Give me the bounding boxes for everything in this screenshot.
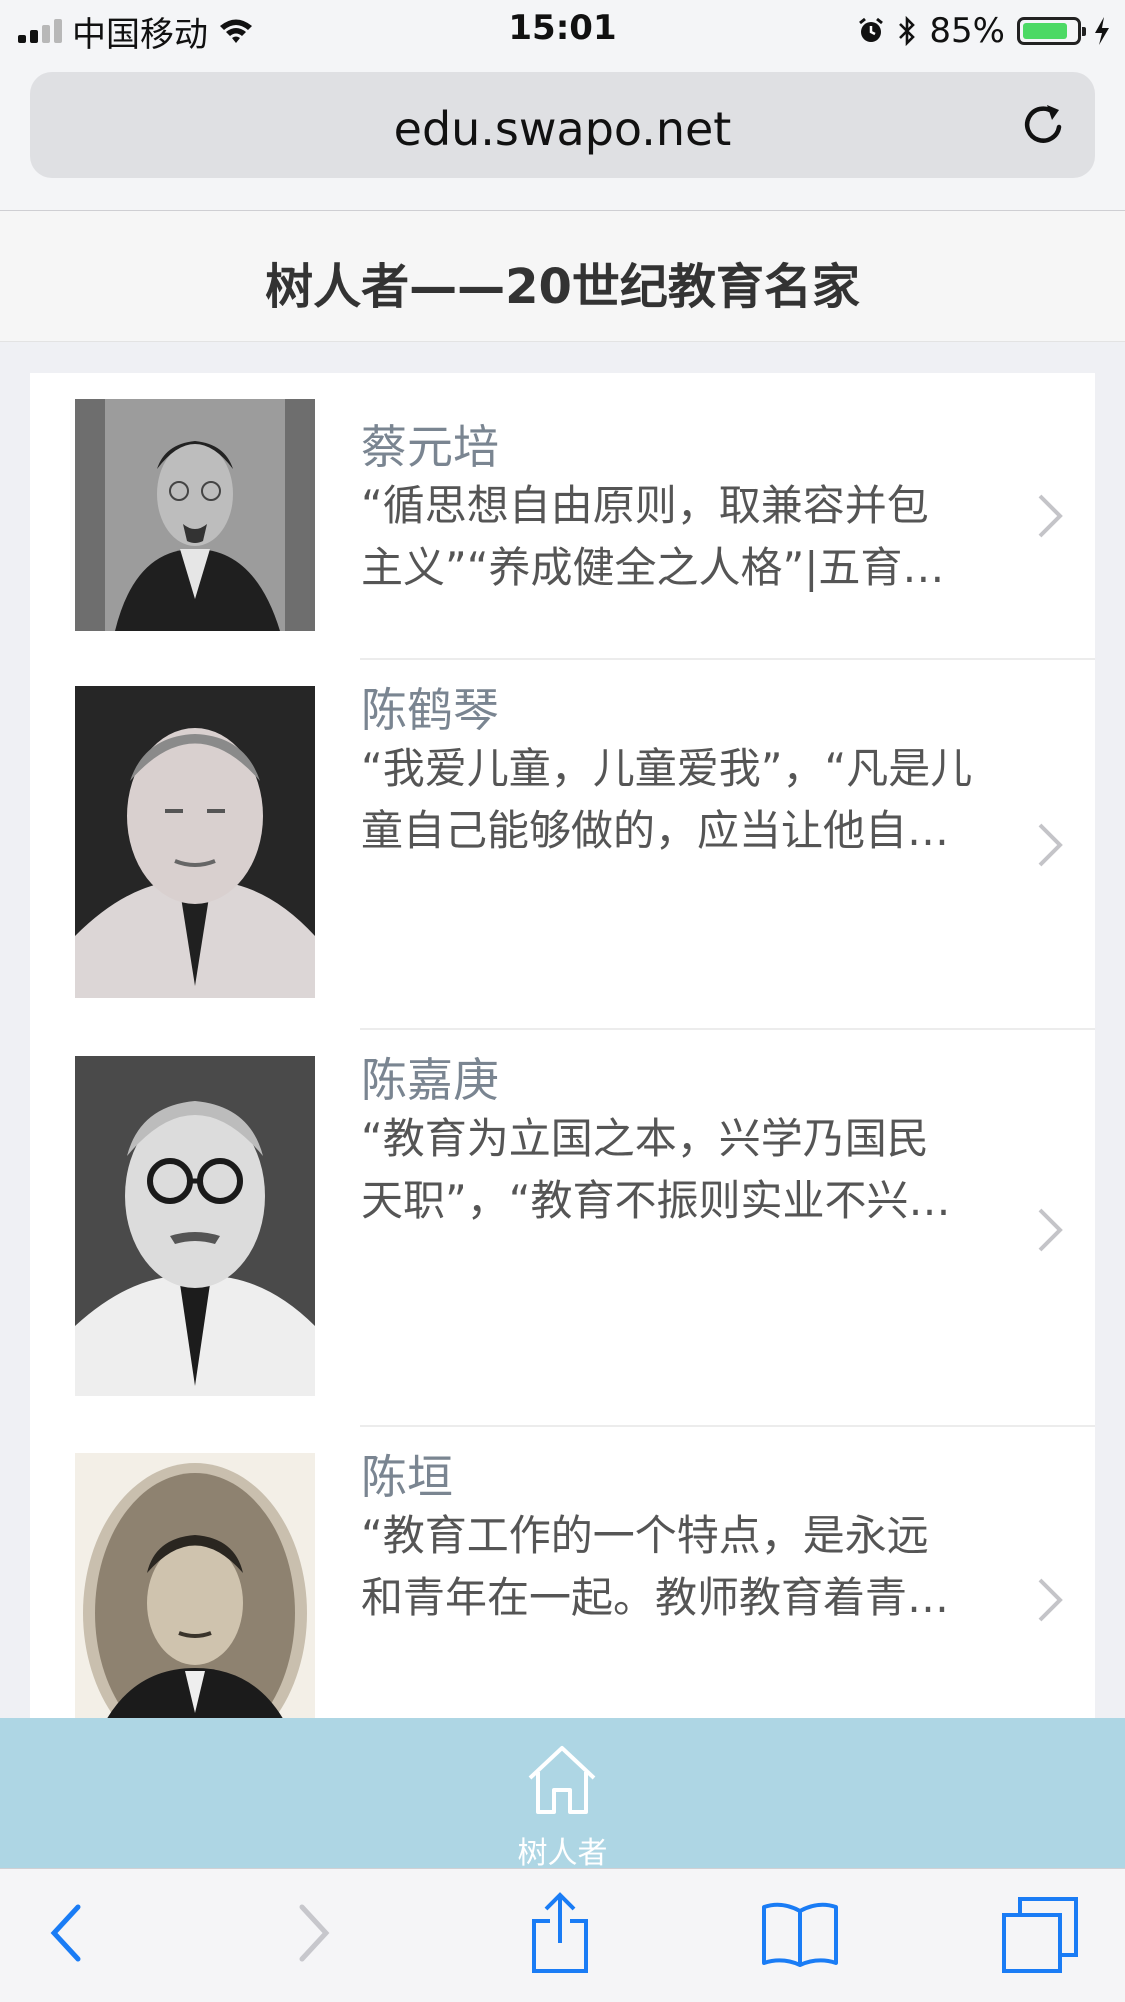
battery-percent: 85% bbox=[929, 11, 1005, 51]
address-bar[interactable]: edu.swapo.net bbox=[30, 72, 1095, 178]
browser-toolbar bbox=[0, 1868, 1125, 2002]
reload-icon[interactable] bbox=[1019, 100, 1069, 150]
bluetooth-icon bbox=[899, 15, 916, 47]
portrait-photo bbox=[75, 399, 315, 631]
status-right: 85% bbox=[857, 8, 1111, 54]
portrait-photo bbox=[75, 1453, 315, 1718]
page-header: 树人者——20世纪教育名家 bbox=[0, 211, 1125, 342]
educator-quote: “教育工作的一个特点，是永远 和青年在一起。教师教育着青… bbox=[361, 1511, 950, 1622]
educator-list: 蔡元培 “循思想自由原则，取兼容并包 主义”“养成健全之人格”|五育… 陈鹤琴 … bbox=[30, 373, 1095, 1718]
alarm-icon bbox=[859, 17, 884, 42]
browser-top-bar: edu.swapo.net bbox=[0, 62, 1125, 211]
educator-quote: “我爱儿童，儿童爱我”，“凡是儿 童自己能够做的，应当让他自… bbox=[361, 744, 973, 855]
portrait-photo bbox=[75, 1056, 315, 1396]
educator-quote: “循思想自由原则，取兼容并包 主义”“养成健全之人格”|五育… bbox=[361, 481, 945, 592]
list-item[interactable]: 蔡元培 “循思想自由原则，取兼容并包 主义”“养成健全之人格”|五育… bbox=[30, 373, 1095, 660]
tab-home[interactable] bbox=[512, 1740, 612, 1824]
portrait-photo bbox=[75, 686, 315, 998]
url-text[interactable]: edu.swapo.net bbox=[30, 102, 1095, 156]
chevron-right-icon bbox=[1038, 1208, 1063, 1252]
page-title: 树人者——20世纪教育名家 bbox=[265, 259, 860, 315]
list-item[interactable]: 陈嘉庚 “教育为立国之本，兴学乃国民 天职”，“教育不振则实业不兴… bbox=[30, 1030, 1095, 1427]
tab-home-label[interactable]: 树人者 bbox=[0, 1828, 1125, 1872]
bottom-tab-bar: 树人者 bbox=[0, 1718, 1125, 1871]
forward-icon[interactable] bbox=[296, 1901, 332, 1965]
educator-name: 陈垣 bbox=[361, 1450, 453, 1504]
home-icon[interactable] bbox=[522, 1740, 602, 1820]
battery-icon bbox=[1017, 17, 1086, 45]
educator-name: 陈嘉庚 bbox=[361, 1053, 499, 1107]
share-icon[interactable] bbox=[528, 1891, 592, 1975]
back-icon[interactable] bbox=[48, 1901, 84, 1965]
tabs-icon[interactable] bbox=[1000, 1895, 1080, 1975]
chevron-right-icon bbox=[1038, 1578, 1063, 1622]
status-bar: 中国移动 15:01 85% bbox=[0, 0, 1125, 62]
list-item[interactable]: 陈垣 “教育工作的一个特点，是永远 和青年在一起。教师教育着青… bbox=[30, 1427, 1095, 1718]
chevron-right-icon bbox=[1038, 823, 1063, 867]
list-item[interactable]: 陈鹤琴 “我爱儿童，儿童爱我”，“凡是儿 童自己能够做的，应当让他自… bbox=[30, 660, 1095, 1030]
bookmarks-icon[interactable] bbox=[760, 1899, 840, 1969]
chevron-right-icon bbox=[1038, 494, 1063, 538]
charging-icon bbox=[1095, 17, 1109, 45]
educator-name: 陈鹤琴 bbox=[361, 683, 499, 737]
educator-name: 蔡元培 bbox=[361, 420, 499, 474]
educator-quote: “教育为立国之本，兴学乃国民 天职”，“教育不振则实业不兴… bbox=[361, 1114, 951, 1225]
